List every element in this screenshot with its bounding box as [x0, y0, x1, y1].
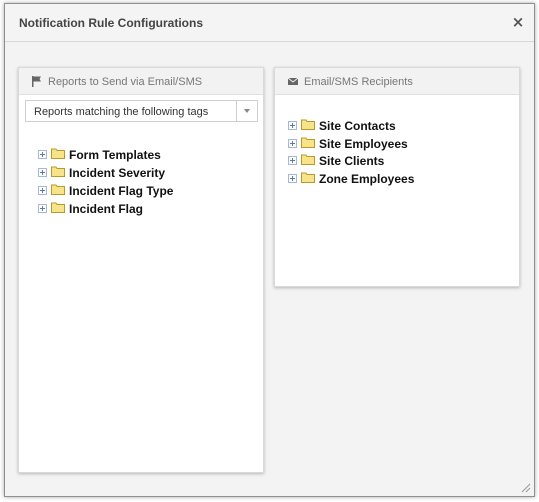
tree-node-label[interactable]: Zone Employees: [319, 172, 414, 186]
expand-icon[interactable]: [288, 156, 297, 165]
expand-icon[interactable]: [288, 121, 297, 130]
folder-icon: [51, 183, 65, 195]
envelope-icon: [287, 77, 299, 85]
dialog-header: Notification Rule Configurations ×: [5, 4, 534, 42]
folder-icon: [301, 153, 315, 165]
close-icon[interactable]: ×: [510, 14, 526, 30]
resize-grip-icon[interactable]: [521, 483, 531, 493]
folder-icon: [301, 171, 315, 183]
expand-icon[interactable]: [38, 150, 47, 159]
chevron-down-icon[interactable]: [236, 101, 257, 121]
notification-rule-dialog: Notification Rule Configurations × Repor…: [4, 3, 535, 497]
recipients-panel-title: Email/SMS Recipients: [304, 76, 413, 88]
folder-icon: [51, 147, 65, 159]
tree-node-label[interactable]: Form Templates: [69, 148, 161, 162]
expand-icon[interactable]: [38, 186, 47, 195]
dialog-title: Notification Rule Configurations: [19, 16, 203, 30]
tree-node-label[interactable]: Site Clients: [319, 154, 384, 168]
expand-icon[interactable]: [288, 138, 297, 148]
folder-icon: [51, 165, 65, 177]
recipients-panel: Email/SMS Recipients Site Contacts Site …: [274, 67, 520, 287]
reports-panel-header: Reports to Send via Email/SMS: [19, 68, 263, 95]
recipients-panel-header: Email/SMS Recipients: [275, 68, 519, 95]
tree-node-label[interactable]: Incident Severity: [69, 166, 165, 180]
tree-node-label[interactable]: Incident Flag: [69, 202, 143, 216]
folder-icon: [301, 118, 315, 130]
flag-icon: [32, 76, 41, 87]
expand-icon[interactable]: [288, 173, 297, 183]
tree-node-label[interactable]: Site Employees: [319, 137, 408, 151]
tree-node-label[interactable]: Incident Flag Type: [69, 184, 173, 198]
tree-node-label[interactable]: Site Contacts: [319, 119, 396, 133]
tag-match-select-value: Reports matching the following tags: [34, 106, 209, 118]
reports-panel: Reports to Send via Email/SMS Reports ma…: [18, 67, 264, 473]
expand-icon[interactable]: [38, 168, 47, 177]
reports-panel-title: Reports to Send via Email/SMS: [48, 76, 203, 88]
folder-icon: [51, 201, 65, 213]
tag-match-select[interactable]: Reports matching the following tags: [25, 100, 258, 122]
folder-icon: [301, 136, 315, 148]
expand-icon[interactable]: [38, 204, 47, 213]
